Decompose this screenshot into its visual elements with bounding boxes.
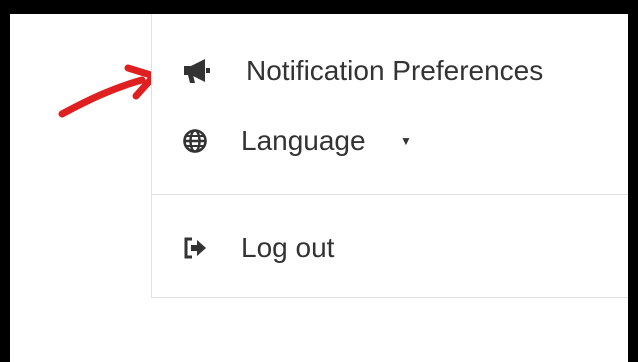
notification-preferences-label: Notification Preferences bbox=[246, 55, 544, 86]
language-label: Language bbox=[241, 125, 366, 156]
menu-divider bbox=[152, 194, 628, 195]
logout-icon bbox=[183, 236, 207, 260]
language-item[interactable]: Language ▼ bbox=[152, 120, 628, 162]
logout-item[interactable]: Log out bbox=[152, 227, 628, 269]
logout-label: Log out bbox=[241, 232, 335, 263]
user-dropdown-menu: Notification Preferences Language ▼ Log … bbox=[151, 14, 628, 298]
screen: Notification Preferences Language ▼ Log … bbox=[10, 14, 628, 362]
globe-icon bbox=[183, 129, 207, 153]
notification-preferences-item[interactable]: Notification Preferences bbox=[152, 50, 628, 92]
caret-down-icon: ▼ bbox=[400, 134, 412, 148]
megaphone-icon bbox=[183, 57, 211, 85]
